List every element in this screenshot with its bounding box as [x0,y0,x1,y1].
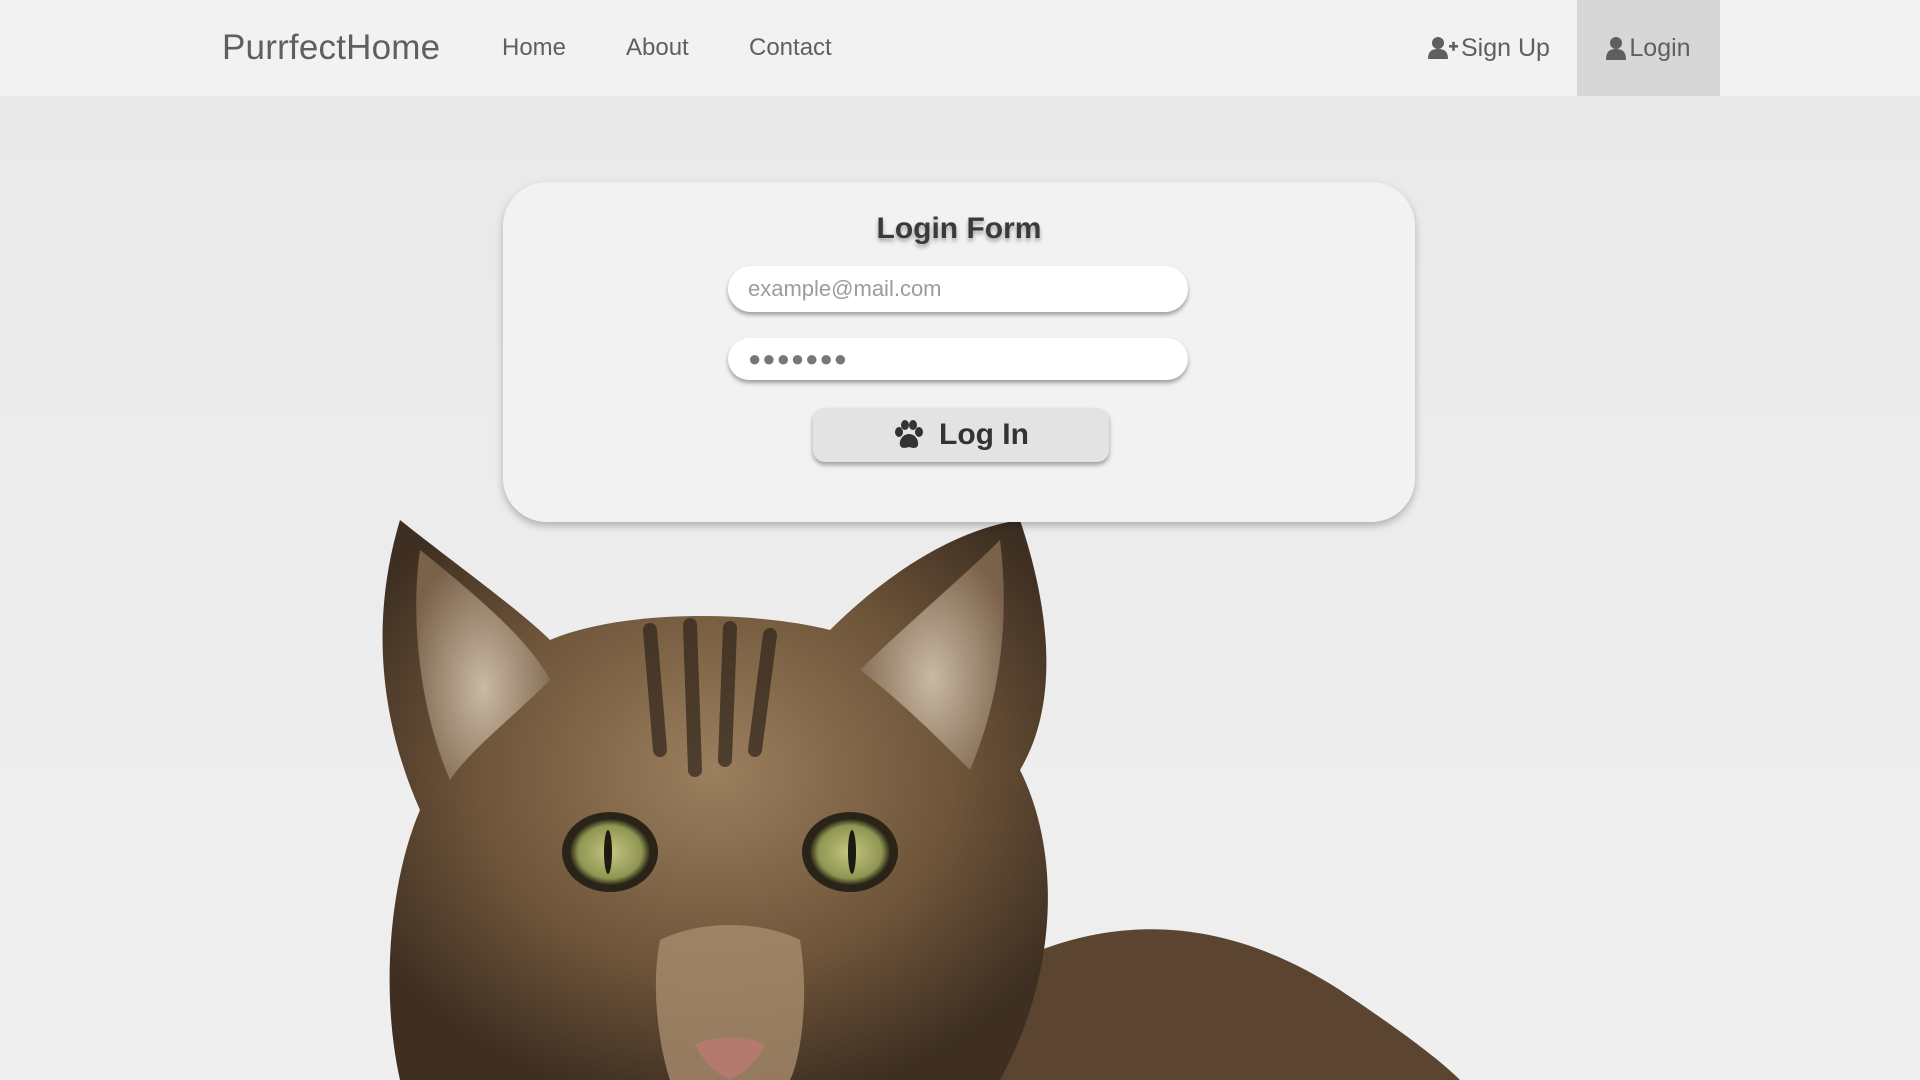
nav-about-link[interactable]: About [626,0,689,96]
signup-button[interactable]: Sign Up [1428,0,1550,96]
login-nav-button[interactable]: Login [1577,0,1720,96]
email-input[interactable]: example@mail.com [728,266,1188,312]
signup-label: Sign Up [1461,33,1550,62]
user-icon [1606,37,1627,60]
login-submit-button[interactable]: Log In [813,408,1109,462]
login-form-title: Login Form [876,212,1042,245]
nav-contact-link[interactable]: Contact [749,0,832,96]
paw-icon [895,420,923,448]
login-submit-label: Log In [939,418,1029,451]
brand-logo[interactable]: PurrfectHome [222,0,440,96]
user-plus-icon [1428,37,1458,59]
nav-home-link[interactable]: Home [502,0,566,96]
top-navbar: PurrfectHome Home About Contact Sign Up … [0,0,1920,96]
login-nav-label: Login [1629,33,1691,62]
password-input[interactable]: ●●●●●●● [728,338,1188,380]
login-form-card: Login Form example@mail.com ●●●●●●● Log … [503,182,1415,522]
cat-photo [382,520,1460,1080]
